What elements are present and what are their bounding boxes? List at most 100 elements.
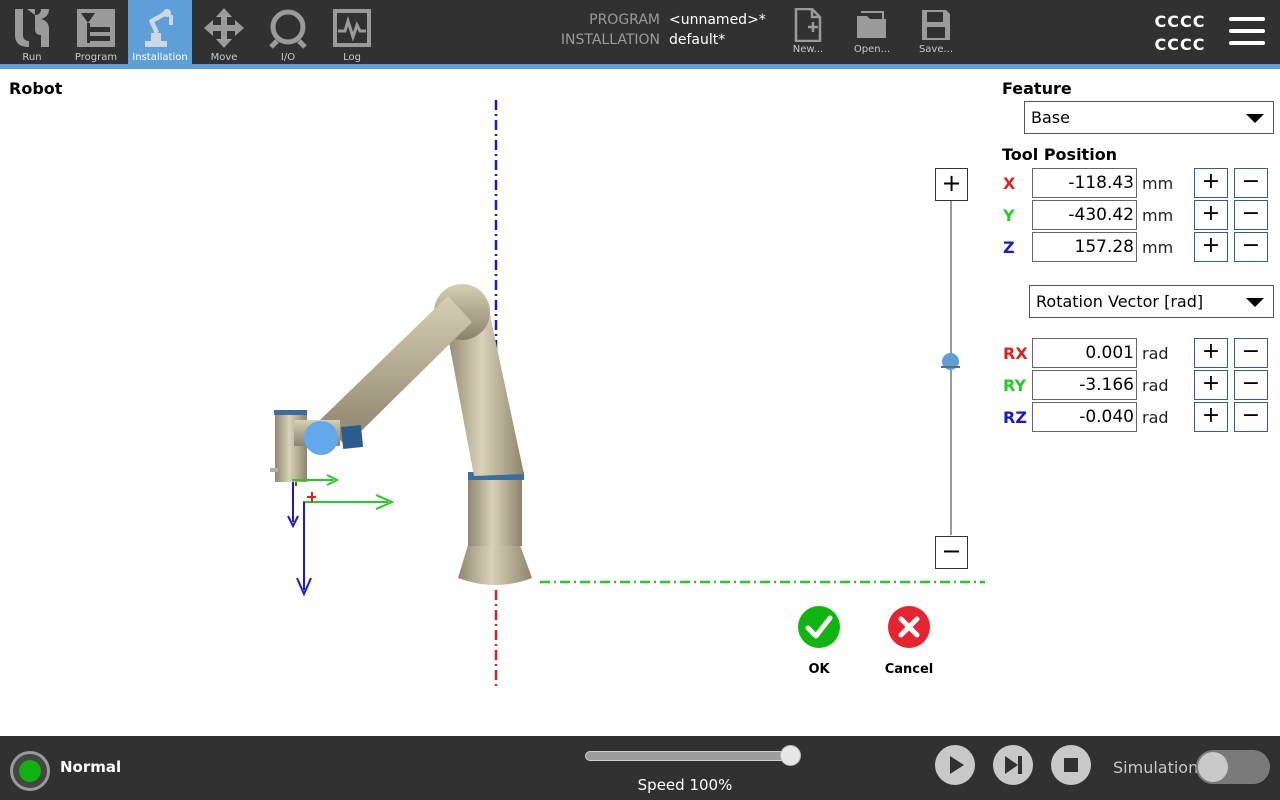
- stop-icon: [1064, 758, 1078, 772]
- robot-status: Normal: [60, 758, 122, 776]
- io-icon: [269, 9, 307, 49]
- ok-button[interactable]: OK: [784, 606, 854, 677]
- ry-label: RY: [1003, 376, 1027, 395]
- tab-run-label: Run: [22, 52, 42, 63]
- chevron-down-icon: [1246, 298, 1264, 307]
- tab-installation[interactable]: Installation: [128, 0, 192, 64]
- tab-program-label: Program: [74, 52, 118, 63]
- tcp-marker: [304, 421, 338, 455]
- rx-plus-button[interactable]: +: [1194, 338, 1228, 368]
- tab-io[interactable]: I/O: [256, 0, 320, 64]
- y-unit: mm: [1142, 206, 1174, 225]
- rz-label: RZ: [1003, 408, 1027, 427]
- power-button[interactable]: [10, 751, 50, 791]
- x-unit: mm: [1142, 174, 1174, 193]
- robot-title: Robot: [9, 79, 63, 98]
- save-button-label: Save...: [918, 44, 954, 55]
- rx-label: RX: [1003, 344, 1028, 363]
- move-arrows-icon: [204, 8, 244, 48]
- ry-unit: rad: [1142, 376, 1169, 395]
- simulation-toggle[interactable]: [1196, 750, 1270, 784]
- cancel-button[interactable]: Cancel: [874, 606, 944, 677]
- rz-plus-button[interactable]: +: [1194, 402, 1228, 432]
- feature-select-value: Base: [1031, 108, 1070, 127]
- simulation-toggle-knob: [1198, 752, 1228, 782]
- feature-title: Feature: [1002, 79, 1072, 98]
- installation-name: default*: [669, 32, 726, 48]
- x-plus-button[interactable]: +: [1194, 168, 1228, 198]
- z-label: Z: [1003, 238, 1015, 257]
- new-button-label: New...: [792, 44, 824, 55]
- rz-value-field[interactable]: -0.040: [1032, 402, 1137, 432]
- log-chart-icon: [333, 9, 371, 47]
- y-minus-button[interactable]: −: [1234, 200, 1268, 230]
- ry-plus-button[interactable]: +: [1194, 370, 1228, 400]
- z-unit: mm: [1142, 238, 1174, 257]
- robot-upper-arm: [320, 296, 472, 446]
- tab-move[interactable]: Move: [192, 0, 256, 64]
- z-value-field[interactable]: 157.28: [1032, 232, 1137, 262]
- hamburger-icon: [1229, 17, 1265, 21]
- tab-io-label: I/O: [280, 52, 296, 63]
- tab-program[interactable]: Program: [64, 0, 128, 64]
- cancel-label: Cancel: [884, 662, 934, 677]
- step-button[interactable]: [993, 745, 1033, 785]
- open-folder-icon: [857, 11, 886, 38]
- step-forward-icon: [1005, 756, 1022, 774]
- feature-select[interactable]: Base: [1024, 101, 1274, 134]
- x-value-field[interactable]: -118.43: [1032, 168, 1137, 198]
- chevron-down-icon: [1246, 114, 1264, 123]
- rx-unit: rad: [1142, 344, 1169, 363]
- speed-slider-thumb[interactable]: [780, 745, 801, 766]
- speed-slider[interactable]: [585, 751, 795, 761]
- speed-label: Speed 100%: [637, 776, 733, 794]
- tab-installation-label: Installation: [132, 52, 188, 63]
- menu-button[interactable]: [1226, 14, 1268, 48]
- new-file-icon: [794, 8, 822, 42]
- ok-label: OK: [808, 662, 830, 677]
- rotation-mode-select[interactable]: Rotation Vector [rad]: [1029, 285, 1274, 318]
- y-label: Y: [1003, 206, 1015, 225]
- rx-minus-button[interactable]: −: [1234, 338, 1268, 368]
- ry-minus-button[interactable]: −: [1234, 370, 1268, 400]
- zoom-in-button[interactable]: +: [935, 168, 968, 201]
- play-button[interactable]: [935, 745, 975, 785]
- ry-value-field[interactable]: -3.166: [1032, 370, 1137, 400]
- stop-button[interactable]: [1051, 745, 1091, 785]
- robot-id-line-1: CCCC: [1154, 12, 1206, 31]
- play-icon: [950, 756, 964, 774]
- y-value-field[interactable]: -430.42: [1032, 200, 1137, 230]
- save-disk-icon: [922, 10, 950, 40]
- close-icon: [888, 606, 930, 648]
- z-plus-button[interactable]: +: [1194, 232, 1228, 262]
- installation-label: INSTALLATION: [560, 32, 660, 48]
- tab-move-label: Move: [210, 52, 238, 63]
- z-minus-button[interactable]: −: [1234, 232, 1268, 262]
- program-tree-icon: [77, 9, 115, 47]
- base-frame-x-arrow: [307, 492, 316, 502]
- checkmark-icon: [798, 606, 840, 648]
- robot-arm-icon: [145, 9, 173, 47]
- tab-run[interactable]: Run: [0, 0, 64, 64]
- simulation-label: Simulation: [1113, 758, 1199, 777]
- rz-minus-button[interactable]: −: [1234, 402, 1268, 432]
- open-button[interactable]: Open...: [842, 0, 902, 64]
- rz-unit: rad: [1142, 408, 1169, 427]
- program-label: PROGRAM: [589, 12, 660, 28]
- rx-value-field[interactable]: 0.001: [1032, 338, 1137, 368]
- program-name: <unnamed>*: [669, 12, 766, 28]
- save-button[interactable]: Save...: [906, 0, 966, 64]
- tab-log[interactable]: Log: [320, 0, 384, 64]
- ur-logo-icon: [15, 9, 49, 47]
- robot-id-line-2: CCCC: [1154, 35, 1206, 54]
- tab-log-label: Log: [343, 52, 361, 63]
- rotation-mode-value: Rotation Vector [rad]: [1036, 292, 1204, 311]
- x-minus-button[interactable]: −: [1234, 168, 1268, 198]
- new-button[interactable]: New...: [778, 0, 838, 64]
- status-led-icon: [19, 760, 41, 782]
- y-plus-button[interactable]: +: [1194, 200, 1228, 230]
- robot-base: [458, 545, 532, 585]
- zoom-out-button[interactable]: −: [935, 536, 968, 569]
- open-button-label: Open...: [853, 44, 891, 55]
- x-label: X: [1003, 174, 1016, 193]
